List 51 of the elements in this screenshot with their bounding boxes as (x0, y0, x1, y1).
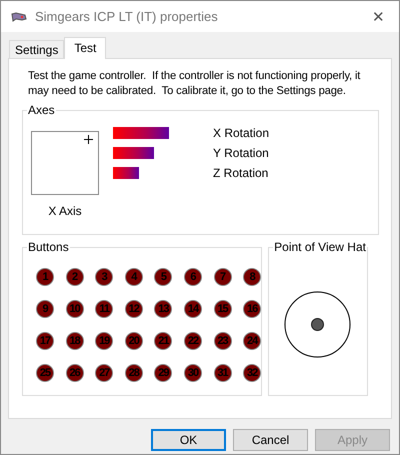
group-title: Axes (27, 103, 56, 117)
button-indicator: 17 (36, 332, 54, 350)
axis-label: Y Rotation (213, 147, 270, 159)
button-indicator: 19 (95, 332, 114, 350)
button-indicator: 4 (124, 268, 143, 286)
button-indicator: 3 (95, 268, 114, 286)
button-indicator: 29 (154, 364, 172, 382)
group-title: Buttons (27, 240, 70, 254)
gamepad-icon (11, 10, 27, 22)
tab[interactable]: Test (64, 37, 106, 59)
button-indicator: 7 (214, 268, 232, 286)
button-indicator: 9 (36, 300, 54, 318)
group-title: Point of View Hat (273, 240, 367, 254)
button-indicator: 31 (214, 364, 232, 382)
button-indicator: 25 (36, 364, 54, 382)
pov-hat-drawing (284, 291, 352, 358)
button-indicator: 20 (124, 332, 143, 350)
button-indicator: 10 (66, 300, 84, 318)
button-indicator: 21 (154, 332, 172, 350)
level-bar (113, 167, 139, 179)
button-indicator: 22 (184, 332, 202, 350)
axis-label: X Rotation (213, 127, 270, 139)
axis-label: X Axis (48, 204, 82, 218)
button-indicator: 27 (95, 364, 114, 382)
button-indicator: 18 (66, 332, 84, 350)
tab[interactable]: Settings (9, 40, 64, 58)
button-indicator: 14 (184, 300, 202, 318)
instruction-text: Test the game controller. If the controller is not functioning properly, it may need to be calibrated. To calibrate it, go to the Settings page. (28, 69, 362, 99)
button-indicator: 23 (214, 332, 232, 350)
dialog-button[interactable]: Cancel (233, 429, 308, 451)
button-indicator: 16 (243, 300, 262, 318)
button-indicator: 8 (243, 268, 262, 286)
button-indicator: 13 (154, 300, 172, 318)
button-indicator: 11 (95, 300, 114, 318)
axis-label: Z Rotation (213, 167, 270, 179)
button-indicator: 2 (66, 268, 84, 286)
dialog-button[interactable]: OK (151, 429, 226, 451)
button-indicator: 1 (36, 268, 54, 286)
window-title: Simgears ICP LT (IT) properties (35, 9, 219, 24)
close-button[interactable]: ✕ (372, 8, 389, 26)
button-indicator: 6 (184, 268, 202, 286)
button-indicator: 28 (124, 364, 143, 382)
button-indicator: 26 (66, 364, 84, 382)
button-indicator: 24 (243, 332, 262, 350)
button-indicator: 15 (214, 300, 232, 318)
button-indicator: 30 (184, 364, 202, 382)
button-indicator: 12 (124, 300, 143, 318)
button-indicator: 32 (243, 364, 262, 382)
button-indicator: 5 (154, 268, 172, 286)
level-bar (113, 127, 169, 139)
level-bar (113, 147, 154, 159)
